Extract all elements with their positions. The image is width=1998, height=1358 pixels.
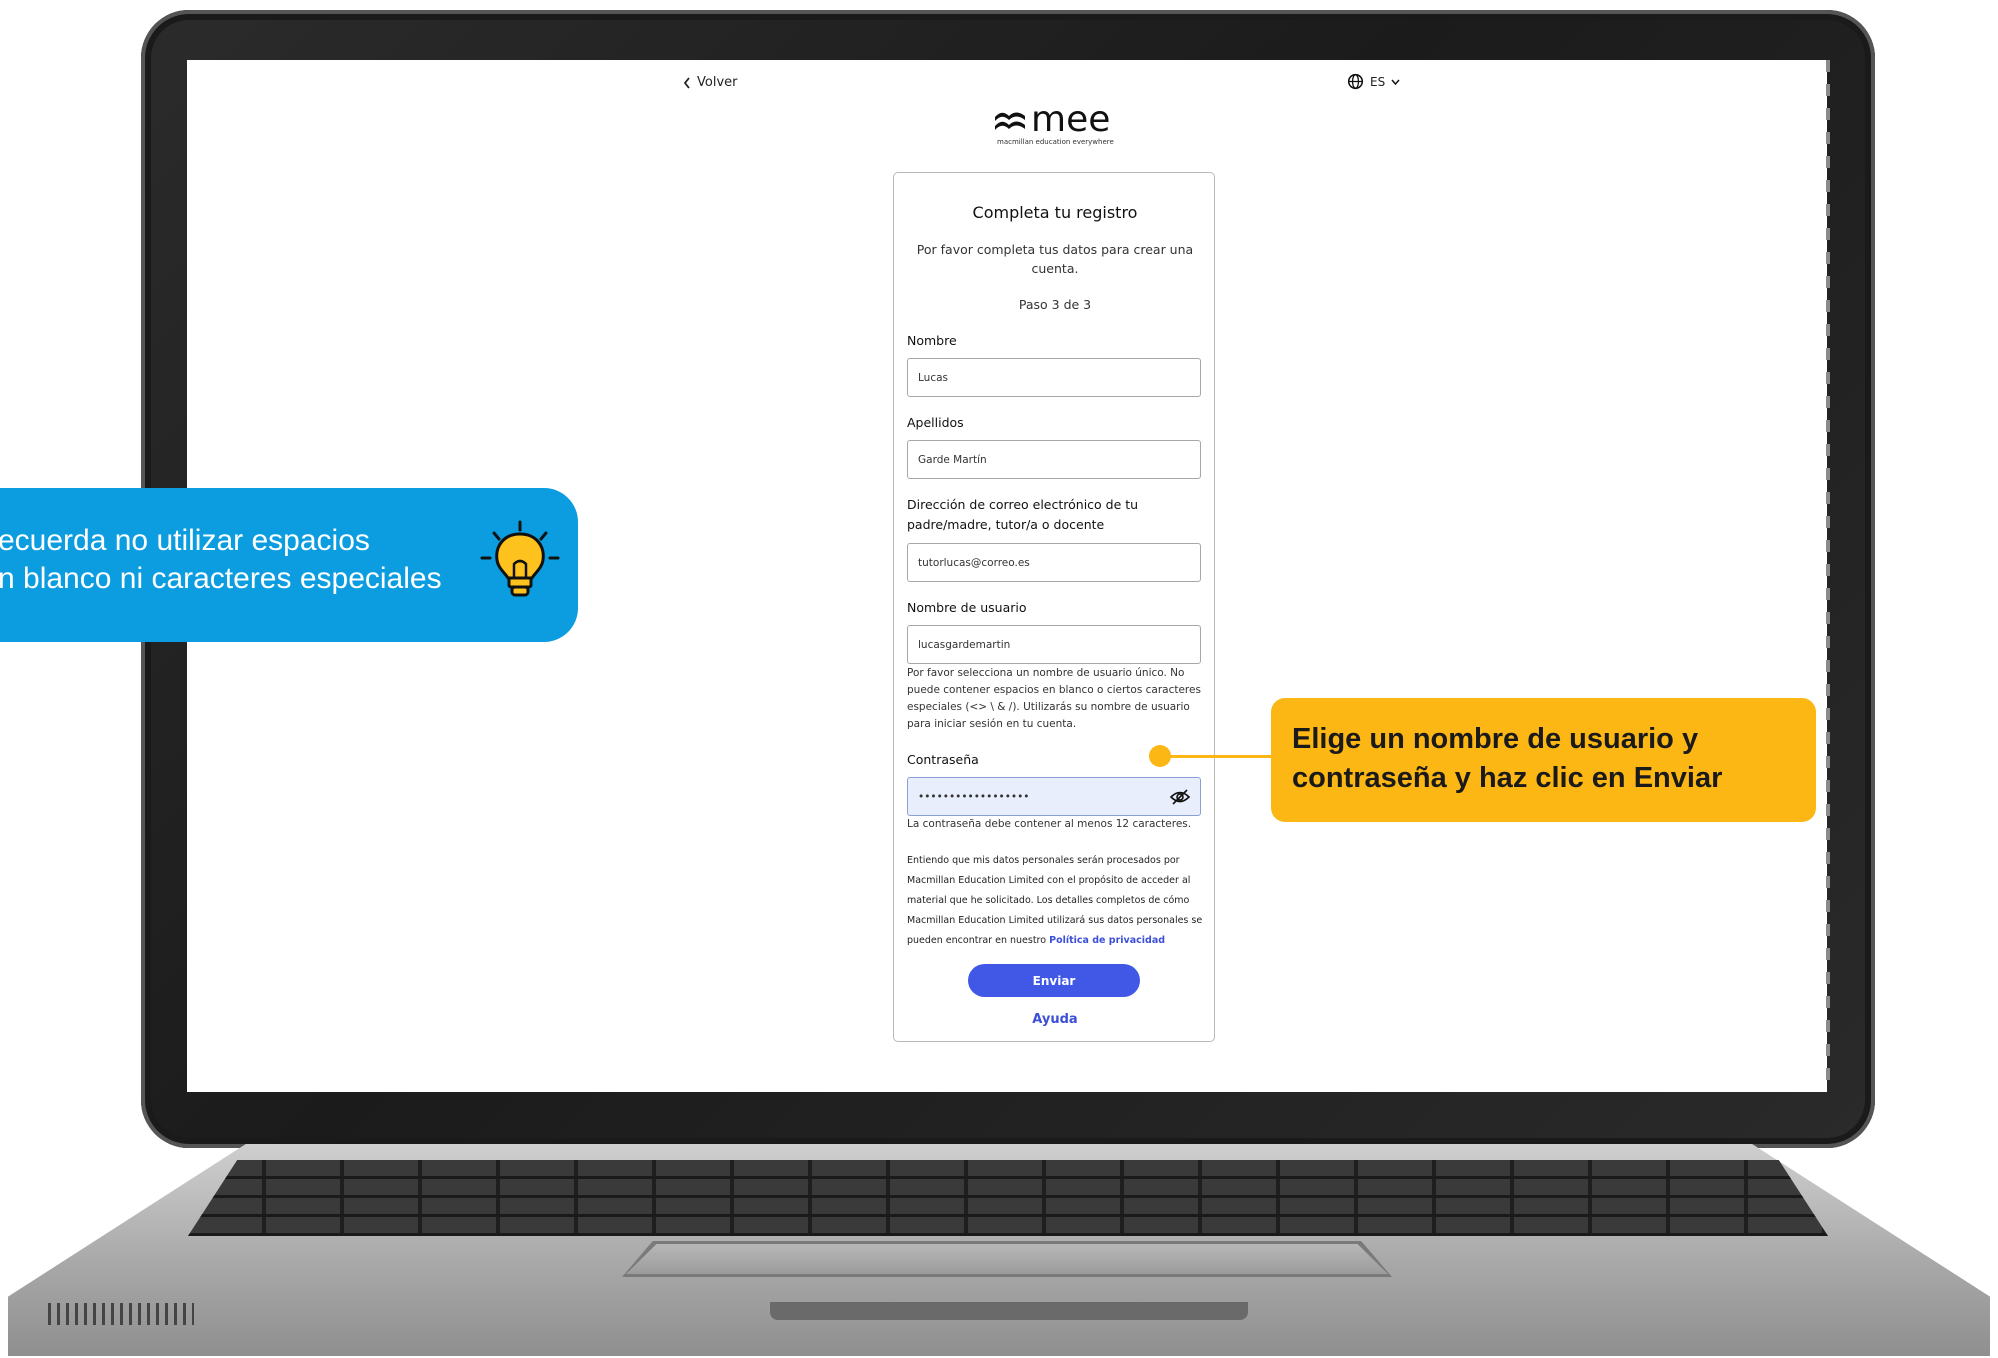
- password-help: La contraseña debe contener al menos 12 …: [907, 818, 1192, 830]
- laptop-vents: [48, 1303, 194, 1325]
- mee-logo-mark-icon: [995, 112, 1025, 130]
- pointer-line: [1160, 755, 1271, 758]
- lightbulb-icon: [480, 520, 560, 597]
- email-input[interactable]: tutorlucas@correo.es: [907, 543, 1201, 582]
- help-link[interactable]: Ayuda: [894, 1012, 1216, 1027]
- password-input[interactable]: ••••••••••••••••••: [907, 777, 1201, 816]
- keyboard-rows: [188, 1160, 1828, 1236]
- language-label: ES: [1370, 74, 1386, 89]
- privacy-policy-link[interactable]: Política de privacidad: [1049, 935, 1165, 946]
- form-title: Completa tu registro: [972, 203, 1138, 222]
- last-name-value: Garde Martín: [918, 453, 987, 466]
- back-label: Volver: [697, 75, 738, 90]
- laptop-front-notch: [770, 1302, 1248, 1320]
- mee-logo: mee macmillan education everywhere: [993, 102, 1114, 146]
- screen-edge: [1826, 60, 1830, 1092]
- language-selector[interactable]: ES: [1347, 73, 1400, 90]
- chevron-left-icon: [683, 76, 690, 89]
- instruction-text: Elige un nombre de usuario y contraseña …: [1292, 723, 1723, 794]
- last-name-label: Apellidos: [907, 415, 964, 430]
- globe-icon: [1347, 73, 1364, 90]
- username-help: Por favor selecciona un nombre de usuari…: [907, 667, 1201, 730]
- eye-off-icon[interactable]: [1170, 788, 1190, 805]
- pointer-dot: [1149, 745, 1171, 767]
- last-name-input[interactable]: Garde Martín: [907, 440, 1201, 479]
- first-name-label: Nombre: [907, 333, 957, 348]
- form-subtitle: Por favor completa tus datos para crear …: [916, 242, 1194, 276]
- legal-text: Entiendo que mis datos personales serán …: [907, 855, 1203, 946]
- logo-wordmark: mee: [1031, 99, 1111, 140]
- username-label: Nombre de usuario: [907, 600, 1027, 615]
- chevron-down-icon: [1391, 79, 1400, 85]
- logo-tagline: macmillan education everywhere: [997, 138, 1114, 146]
- registration-card: Completa tu registro Por favor completa …: [893, 172, 1215, 1042]
- first-name-input[interactable]: Lucas: [907, 358, 1201, 397]
- email-label: Dirección de correo electrónico de tu pa…: [907, 497, 1139, 532]
- step-indicator: Paso 3 de 3: [1018, 297, 1092, 312]
- back-link[interactable]: Volver: [683, 75, 738, 90]
- submit-button[interactable]: Enviar: [968, 964, 1140, 997]
- legal-notice: Entiendo que mis datos personales serán …: [907, 851, 1207, 951]
- email-value: tutorlucas@correo.es: [918, 556, 1030, 569]
- trackpad: [626, 1244, 1388, 1274]
- password-value: ••••••••••••••••••: [918, 790, 1030, 803]
- tip-text: ecuerda no utilizar espacios n blanco ni…: [0, 524, 442, 595]
- first-name-value: Lucas: [918, 371, 948, 384]
- username-value: lucasgardemartin: [918, 638, 1011, 651]
- username-input[interactable]: lucasgardemartin: [907, 625, 1201, 664]
